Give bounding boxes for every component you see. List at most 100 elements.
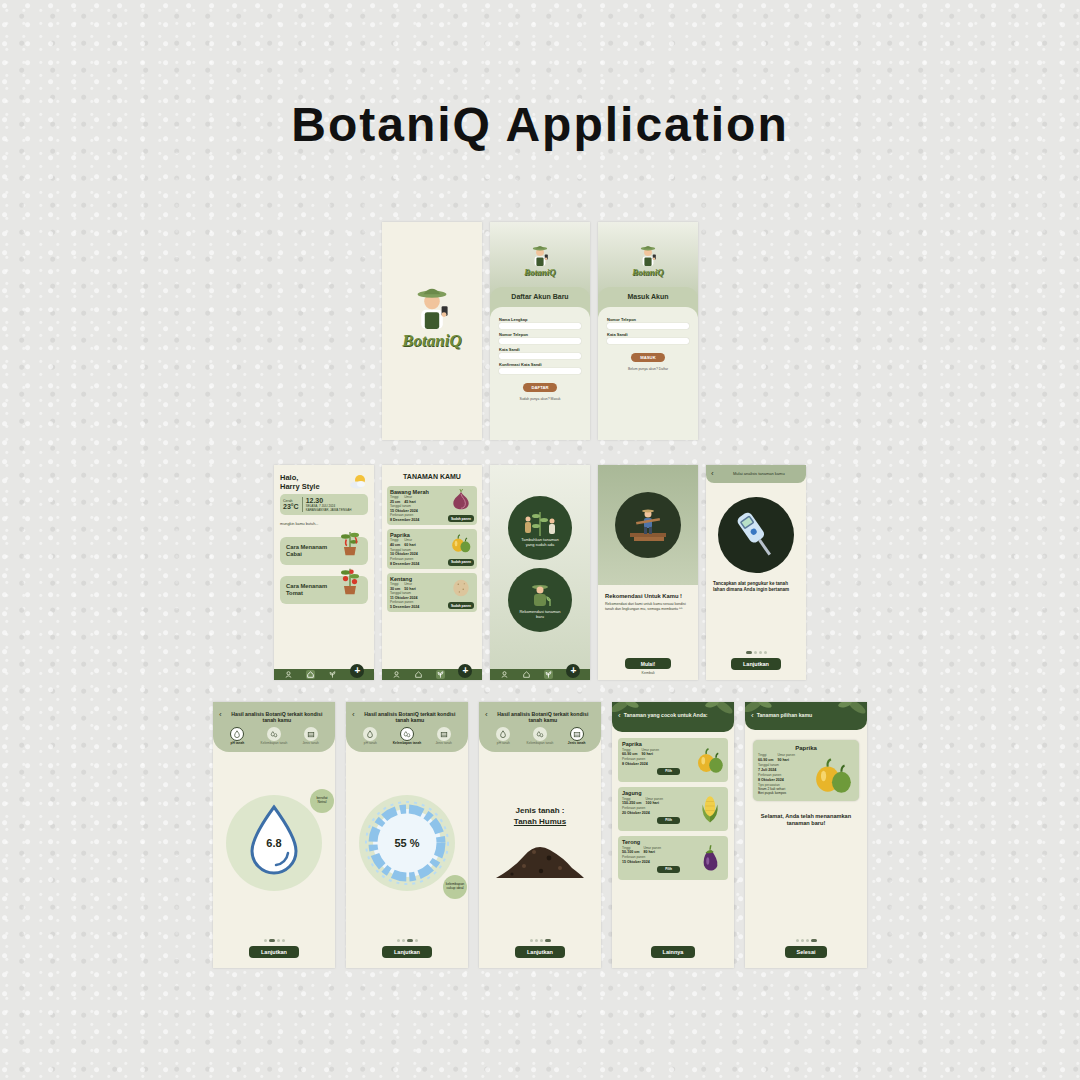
finish-button[interactable]: Selesai [785,946,828,958]
nav-profile-button[interactable] [284,670,293,679]
page-dot [264,939,267,942]
harvested-button[interactable]: Sudah panen [448,602,474,609]
suitable-plants-screen: ‹ Tanaman yang cocok untuk Anda: Paprika… [612,702,734,968]
result-tab[interactable]: Kelembapan tanah [259,727,289,746]
harvested-button[interactable]: Sudah panen [448,515,474,522]
text-input[interactable] [499,353,581,359]
result-tab[interactable]: Jenis tanah [429,727,459,746]
back-button[interactable]: ‹ [751,712,754,720]
choose-button[interactable]: Pilih [657,817,680,824]
nav-plant-button[interactable] [544,670,553,679]
add-button[interactable]: + [566,664,580,678]
result-badge: bersifat Netral [310,789,334,813]
result-badge: kelembapan cukup ideal [443,875,467,899]
back-link[interactable]: Kembali [642,671,655,675]
form-field: Konfirmasi Kata Sandi [499,362,581,374]
main-screens-row: Halo, Harry Style Cerah 23°C 12.30 SELAS… [274,465,806,680]
field-label: Nomor Telepon [499,332,581,337]
page-dot [402,939,405,942]
result-tab[interactable]: Kelembapan tanah [392,727,422,746]
farmers-planting-icon [522,508,558,536]
plant-card: Bawang Merah Tinggi25 cmUmur45 hari Tang… [387,486,477,525]
screen-header: ‹ Hasil analisis BotaniQ terkait kondisi… [346,702,468,752]
page-dot [754,651,757,654]
continue-button[interactable]: Lanjutkan [249,946,299,958]
planted-date: Tanggal tanam7 Juli 2024 [758,764,810,772]
result-tab[interactable]: Kelembapan tanah [525,727,555,746]
result-tab[interactable]: Jenis tanah [296,727,326,746]
farmer-icon [528,242,552,266]
choose-button[interactable]: Pilih [657,768,680,775]
back-button[interactable]: ‹ [219,711,222,719]
plant-stat: Tinggi40 cm [390,539,400,547]
plant-stat: Umur50 hari [404,583,416,591]
guide-card[interactable]: Cara Menanam Tomat [280,576,368,604]
add-button[interactable]: + [458,664,472,678]
tab-label: Jenis tanah [302,742,318,746]
back-button[interactable]: ‹ [352,711,355,719]
continue-button[interactable]: Lanjutkan [382,946,432,958]
screen-heading: Hasil analisis BotaniQ terkait kondisi t… [491,711,595,723]
soil-type-value: Tanah Humus [514,817,566,826]
planted-date: Tanggal tanam11 Oktober 2024 [390,592,446,600]
ph-result-screen: ‹ Hasil analisis BotaniQ terkait kondisi… [213,702,335,968]
page-dot [397,939,400,942]
nav-home-button[interactable] [306,670,315,679]
guide-title: Cara Menanam Cabai [286,544,335,558]
submit-button[interactable]: MASUK [631,353,664,362]
nav-plant-button[interactable] [328,670,337,679]
text-input[interactable] [607,338,689,344]
page-dot [811,939,817,942]
back-button[interactable]: ‹ [711,470,714,478]
continue-button[interactable]: Lanjutkan [515,946,565,958]
submit-button[interactable]: DAFTAR [523,383,558,392]
choose-button[interactable]: Pilih [657,866,680,873]
moisture-icon [536,730,544,738]
nav-profile-button[interactable] [392,670,401,679]
add-option[interactable]: Rekomendasi tanaman baru [508,568,572,632]
result-tab[interactable]: Jenis tanah [562,727,592,746]
page-dot [801,939,804,942]
nav-plant-button[interactable] [436,670,445,679]
result-tab[interactable]: pH tanah [355,727,385,746]
weather-card: Cerah 23°C 12.30 SELASA, 7 JULI 2024 KAR… [280,494,368,515]
planted-date: Tanggal tanam15 Oktober 2024 [390,505,446,513]
paprika-icon [812,754,854,796]
guide-card[interactable]: Cara Menanam Cabai [280,537,368,565]
profile-icon [501,671,508,678]
nav-home-button[interactable] [414,670,423,679]
chosen-plant-screen: ‹ Tanaman pilihan kamu Paprika Tinggi60-… [745,702,867,968]
plant-name: Terong [622,839,695,845]
moisture-icon [403,730,411,738]
result-tab[interactable]: pH tanah [222,727,252,746]
more-button[interactable]: Lainnya [651,946,696,958]
time: 12.30 [306,497,352,504]
field-label: Nama Lengkap [499,317,581,322]
add-option[interactable]: Tambahkan tanaman yang sudah ada [508,496,572,560]
page-dot [282,939,285,942]
screen-heading: Hasil analisis BotaniQ terkait kondisi t… [225,711,329,723]
text-input[interactable] [607,323,689,329]
text-input[interactable] [499,338,581,344]
plant-name: Kentang [390,576,446,582]
home-icon [415,671,422,678]
continue-button[interactable]: Lanjutkan [731,658,781,670]
auth-footer-link[interactable]: Sudah punya akun? Masuk [519,397,560,401]
suitable-plant-card: Jagung Tinggi150-250 cmUmur panen100 har… [618,787,728,831]
harvested-button[interactable]: Sudah panen [448,559,474,566]
nav-profile-button[interactable] [500,670,509,679]
nav-home-button[interactable] [522,670,531,679]
start-button[interactable]: Mulai! [625,658,671,669]
back-button[interactable]: ‹ [618,712,621,720]
text-input[interactable] [499,368,581,374]
back-button[interactable]: ‹ [485,711,488,719]
plant-icon [545,671,552,678]
greeting: Halo, Harry Style [280,474,320,491]
farmer-seedling-icon [522,580,558,608]
result-tab[interactable]: pH tanah [488,727,518,746]
text-input[interactable] [499,323,581,329]
add-button[interactable]: + [350,664,364,678]
recommendation-heading: Rekomendasi Untuk Kamu ! [605,593,691,599]
auth-footer-link[interactable]: Belum punya akun? Daftar [628,367,668,371]
home-icon [523,671,530,678]
